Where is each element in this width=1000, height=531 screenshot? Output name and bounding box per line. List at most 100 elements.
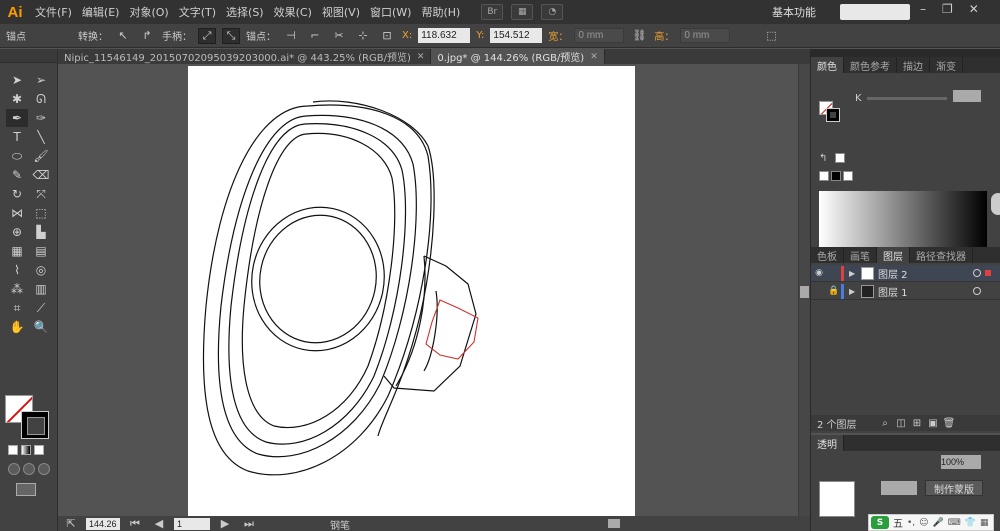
voice-icon[interactable]: 🎤 [933, 518, 944, 528]
panel-resize-handle[interactable] [991, 193, 1000, 215]
make-mask-button[interactable]: 制作蒙版 [925, 480, 983, 496]
mask-link-field[interactable] [881, 481, 917, 495]
line-tool-icon[interactable]: ╲ [30, 128, 52, 146]
tab-transparency[interactable]: 透明 [811, 435, 844, 451]
x-field[interactable] [418, 28, 471, 43]
keyboard-icon[interactable]: ⌨ [948, 518, 961, 528]
delete-layer-icon[interactable]: 🗑 [941, 418, 957, 429]
blend-tool-icon[interactable]: ◎ [30, 261, 52, 279]
mesh-tool-icon[interactable]: ▦ [6, 242, 28, 260]
canvas-area[interactable] [58, 64, 798, 516]
page-field[interactable] [174, 517, 210, 530]
screen-mode-icon[interactable] [16, 483, 36, 496]
none-mode-icon[interactable] [34, 445, 44, 455]
close-icon[interactable]: ✕ [417, 52, 425, 62]
column-graph-tool-icon[interactable]: ▥ [30, 280, 52, 298]
new-sublayer-icon[interactable]: ⊞ [909, 418, 925, 429]
clipping-mask-icon[interactable]: ◫ [893, 418, 909, 429]
minimize-icon[interactable]: – [920, 2, 926, 16]
rotate-tool-icon[interactable]: ↻ [6, 185, 28, 203]
line-drawing[interactable] [188, 66, 635, 516]
connect-anchor-icon[interactable]: ⌐ [306, 28, 324, 44]
symbol-sprayer-tool-icon[interactable]: ⁂ [6, 280, 28, 298]
zoom-field[interactable] [86, 517, 120, 530]
convert-corner-icon[interactable]: ↖ [114, 28, 132, 44]
draw-behind-icon[interactable] [23, 463, 35, 475]
web-safe-swatch[interactable] [835, 153, 845, 163]
ime-logo-icon[interactable]: S [871, 516, 889, 529]
tab-swatches[interactable]: 色板 [811, 247, 844, 263]
layer-row-1[interactable]: 🔒 ▶ 图层 1 [811, 283, 1000, 300]
show-handles-icon[interactable]: ⤢ [198, 27, 216, 44]
scale-tool-icon[interactable]: ⤧ [30, 185, 52, 203]
eraser-tool-icon[interactable]: ⌫ [30, 166, 52, 184]
layer-row-2[interactable]: ◉ ▶ 图层 2 [811, 265, 1000, 282]
lasso-tool-icon[interactable]: ᘏ [30, 90, 52, 108]
mask-thumbnail[interactable] [819, 481, 855, 517]
opacity-field[interactable] [941, 455, 981, 469]
gpu-performance-icon[interactable]: ◔ [541, 4, 564, 20]
selection-indicator[interactable] [985, 270, 991, 276]
draw-normal-icon[interactable] [8, 463, 20, 475]
free-transform-tool-icon[interactable]: ⬚ [30, 204, 52, 222]
layer-name[interactable]: 图层 2 [878, 266, 958, 281]
punctuation-icon[interactable]: •, [907, 518, 915, 528]
workspace-switcher[interactable]: 基本功能 [772, 4, 816, 20]
k-channel-field[interactable] [953, 90, 981, 102]
draw-inside-icon[interactable] [38, 463, 50, 475]
perspective-grid-tool-icon[interactable]: ▙ [30, 223, 52, 241]
restore-icon[interactable]: ❐ [942, 2, 953, 16]
pencil-tool-icon[interactable]: ✎ [6, 166, 28, 184]
type-tool-icon[interactable]: T [6, 128, 28, 146]
emoji-icon[interactable]: ☺ [919, 518, 928, 528]
black-swatch[interactable] [831, 171, 841, 181]
out-of-gamut-icon[interactable]: ↰ [819, 153, 827, 164]
first-page-icon[interactable]: ⏮ [126, 516, 144, 531]
menu-window[interactable]: 窗口(W) [365, 4, 416, 20]
shape-builder-tool-icon[interactable]: ⊕ [6, 223, 28, 241]
search-input[interactable] [840, 4, 910, 20]
tab-layers[interactable]: 图层 [877, 247, 910, 263]
pen-tool-icon[interactable]: ✒ [6, 109, 28, 127]
next-page-icon[interactable]: ▶ [216, 516, 234, 531]
arrange-documents-icon[interactable]: ▦ [511, 4, 534, 20]
curvature-tool-icon[interactable]: ✑ [30, 109, 52, 127]
ime-mode[interactable]: 五 [893, 515, 903, 530]
target-icon[interactable] [973, 287, 981, 295]
toolbox-icon[interactable]: ▦ [980, 518, 989, 528]
gradient-tool-icon[interactable]: ▤ [30, 242, 52, 260]
white-swatch[interactable] [843, 171, 853, 181]
dock-header[interactable] [811, 49, 1000, 57]
close-icon[interactable]: ✕ [590, 52, 598, 62]
tab-stroke[interactable]: 描边 [897, 57, 930, 73]
export-icon[interactable]: ⇱ [62, 516, 80, 531]
vertical-scrollbar[interactable] [798, 64, 810, 516]
new-layer-icon[interactable]: ▣ [925, 418, 941, 429]
menu-file[interactable]: 文件(F) [30, 4, 77, 20]
last-page-icon[interactable]: ⏭ [240, 516, 258, 531]
width-field[interactable] [574, 28, 625, 43]
artboard[interactable] [188, 66, 635, 516]
skin-icon[interactable]: 👕 [965, 518, 976, 528]
direct-selection-tool-icon[interactable]: ➢ [30, 71, 52, 89]
remove-anchor-icon[interactable]: ⊣ [282, 28, 300, 44]
color-mode-icon[interactable] [8, 445, 18, 455]
tab-color[interactable]: 颜色 [811, 57, 844, 73]
menu-effect[interactable]: 效果(C) [269, 4, 317, 20]
menu-edit[interactable]: 编辑(E) [77, 4, 125, 20]
tab-color-guide[interactable]: 颜色参考 [844, 57, 897, 73]
height-field[interactable] [680, 28, 731, 43]
tab-document-2[interactable]: 0.jpg* @ 144.26% (RGB/预览) ✕ [431, 49, 605, 64]
prev-page-icon[interactable]: ◀ [150, 516, 168, 531]
eye-icon[interactable]: ◉ [811, 268, 827, 278]
close-icon[interactable]: ✕ [969, 2, 979, 16]
hand-tool-icon[interactable]: ✋ [6, 318, 28, 336]
align-icon[interactable]: ⊹ [354, 28, 372, 44]
layer-name[interactable]: 图层 1 [878, 284, 958, 299]
tab-document-1[interactable]: Nipic_11546149_20150702095039203000.ai* … [58, 49, 432, 64]
locate-object-icon[interactable]: ⌕ [877, 418, 893, 429]
horizontal-scroll-thumb[interactable] [608, 519, 620, 528]
ellipse-tool-icon[interactable]: ⬭ [6, 147, 28, 165]
tab-pathfinder[interactable]: 路径查找器 [910, 247, 973, 263]
zoom-tool-icon[interactable]: 🔍 [30, 318, 52, 336]
